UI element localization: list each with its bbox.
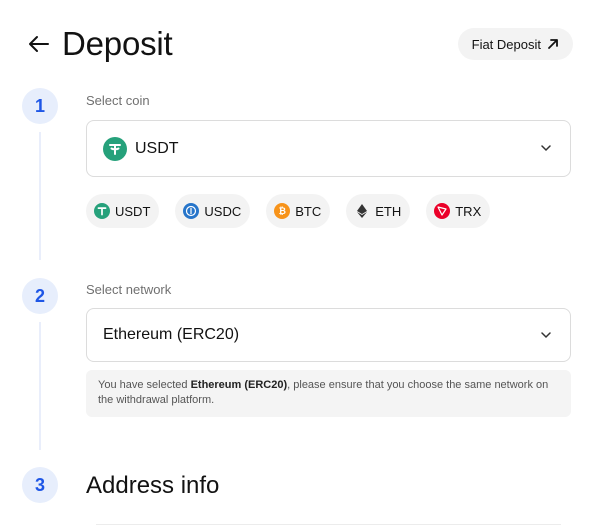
tether-icon [103, 136, 127, 161]
ethereum-icon [354, 203, 370, 219]
fiat-deposit-button[interactable]: Fiat Deposit [457, 28, 573, 60]
chevron-down-icon [540, 329, 552, 341]
coin-select-value: USDT [135, 139, 179, 157]
coin-chip-label: USDT [115, 203, 151, 219]
chevron-down-icon [540, 143, 552, 155]
page-title: Deposit [62, 25, 173, 62]
usdc-icon [183, 203, 200, 219]
quick-coin-list: USDT USDC ₿ BTC ETH TRX [86, 194, 491, 228]
coin-chip-trx[interactable]: TRX [426, 194, 491, 228]
step-1-connector [39, 132, 41, 260]
step-1-indicator: 1 [22, 88, 58, 124]
coin-chip-usdc[interactable]: USDC [175, 194, 251, 228]
coin-chip-eth[interactable]: ETH [346, 194, 411, 228]
arrow-up-right-icon [548, 39, 558, 49]
tether-icon [94, 203, 110, 219]
network-select[interactable]: Ethereum (ERC20) [86, 308, 571, 362]
back-button[interactable] [28, 26, 58, 62]
select-network-label: Select network [86, 282, 172, 297]
network-select-value: Ethereum (ERC20) [103, 326, 240, 343]
coin-chip-label: ETH [375, 203, 402, 219]
coin-chip-btc[interactable]: ₿ BTC [266, 194, 331, 228]
step-3-indicator: 3 [22, 467, 58, 503]
network-notice: You have selected Ethereum (ERC20), plea… [86, 370, 571, 417]
step-2-indicator: 2 [22, 278, 58, 314]
bitcoin-icon: ₿ [274, 203, 291, 219]
coin-chip-usdt[interactable]: USDT [86, 194, 160, 228]
notice-prefix: You have selected [98, 379, 191, 391]
notice-network: Ethereum (ERC20) [190, 379, 288, 391]
coin-chip-label: BTC [295, 203, 322, 219]
coin-chip-label: TRX [455, 203, 482, 219]
arrow-left-icon [29, 36, 49, 52]
coin-select[interactable]: USDT [86, 120, 571, 177]
page-header: Deposit Fiat Deposit [28, 22, 573, 66]
select-coin-label: Select coin [86, 93, 150, 108]
divider [96, 524, 561, 525]
coin-chip-label: USDC [204, 203, 242, 219]
step-2-connector [39, 322, 41, 450]
fiat-deposit-label: Fiat Deposit [471, 36, 541, 52]
tron-icon [434, 203, 451, 219]
address-info-title: Address info [86, 472, 220, 499]
